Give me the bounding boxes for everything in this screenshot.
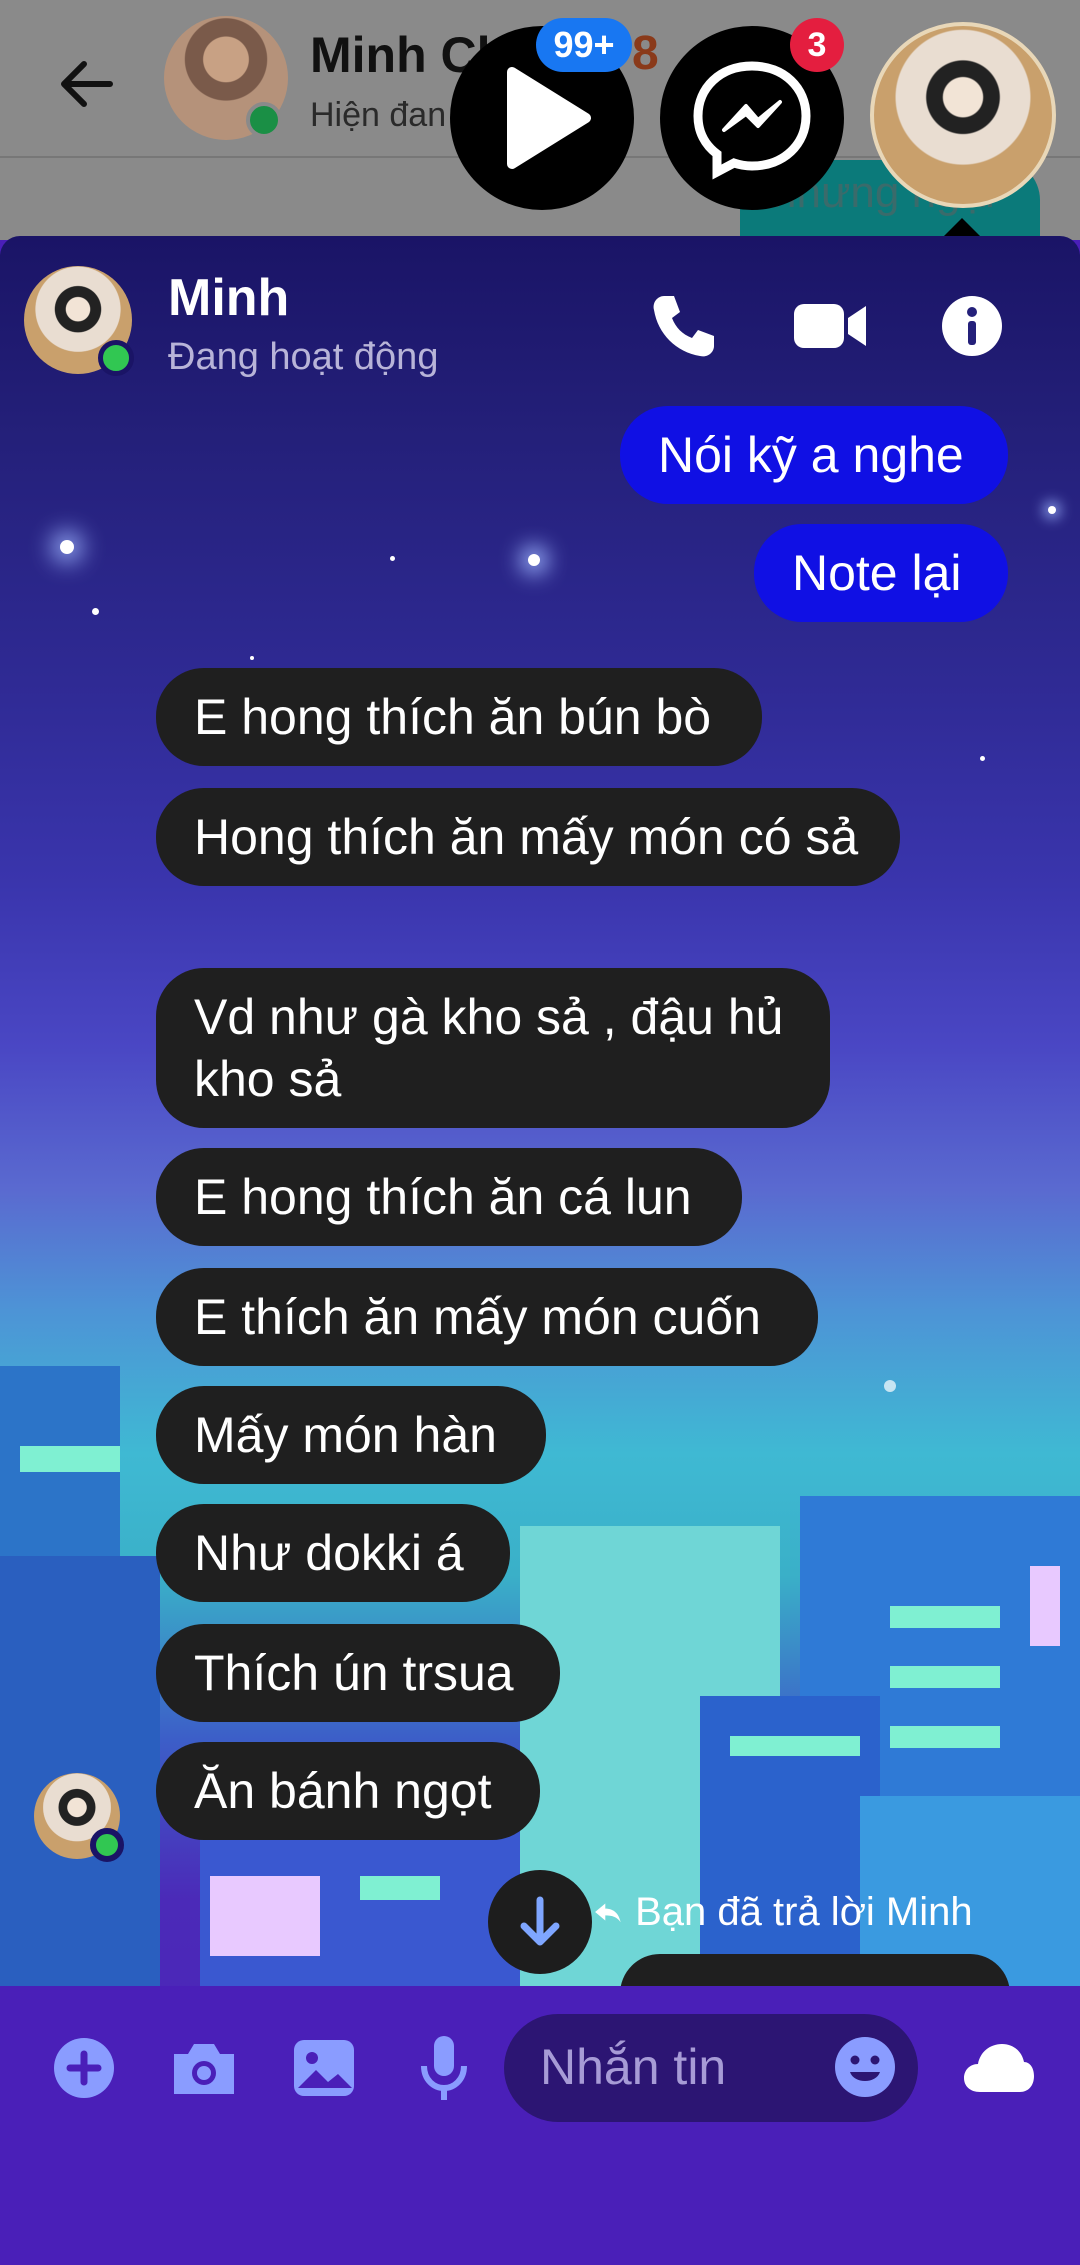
online-indicator [246,102,282,138]
contact-name[interactable]: Minh [168,268,289,328]
incoming-message[interactable]: Thích ún trsua [156,1624,560,1722]
contact-status: Đang hoạt động [168,336,439,378]
phone-icon[interactable] [642,286,722,366]
online-indicator [98,340,134,376]
window [890,1726,1000,1748]
window [360,1876,440,1900]
mic-icon[interactable] [404,2028,484,2108]
contact-chat-head[interactable] [870,22,1056,208]
chat-panel: Minh Đang hoạt động Nói kỹ a nghe Note l… [0,236,1080,2265]
video-icon[interactable] [790,286,870,366]
window [210,1876,320,1956]
message-composer: Nhắn tin [0,1986,1080,2265]
star [1048,506,1056,514]
background-contact-status: Hiện đan [310,96,447,134]
cloud-icon[interactable] [962,2040,1036,2096]
background-count: 8 [632,27,659,80]
unread-badge: 3 [790,18,844,72]
info-icon[interactable] [932,286,1012,366]
plus-icon[interactable] [44,2028,124,2108]
star [390,556,395,561]
star [60,540,74,554]
message-input-placeholder: Nhắn tin [540,2039,727,2095]
incoming-message[interactable]: Mấy món hàn [156,1386,546,1484]
camera-icon[interactable] [164,2028,244,2108]
reply-notice-text: Bạn đã trả lời Minh [635,1890,973,1934]
online-indicator [90,1828,124,1862]
star [250,656,254,660]
arrow-down-icon [520,1896,560,1946]
window [730,1736,860,1756]
incoming-message[interactable]: E thích ăn mấy món cuốn [156,1268,818,1366]
outgoing-message[interactable]: Note lại [754,524,1008,622]
incoming-message[interactable]: Như dokki á [156,1504,510,1602]
notification-badge: 99+ [536,18,632,72]
star [884,1380,896,1392]
chat-head-pointer [942,218,982,238]
star [980,756,985,761]
incoming-message[interactable]: Ăn bánh ngọt [156,1742,540,1840]
incoming-message[interactable]: E hong thích ăn cá lun [156,1148,742,1246]
window [890,1666,1000,1688]
outgoing-message[interactable]: Nói kỹ a nghe [620,406,1008,504]
star [92,608,99,615]
back-arrow-icon[interactable] [48,44,128,124]
incoming-message[interactable]: Vd như gà kho sả , đậu hủ kho sả [156,968,830,1128]
message-input[interactable]: Nhắn tin [504,2014,918,2122]
window [1030,1566,1060,1646]
reply-icon [595,1903,621,1923]
incoming-message[interactable]: Hong thích ăn mấy món có sả [156,788,900,886]
emoji-icon[interactable] [832,2034,898,2100]
window [890,1606,1000,1628]
incoming-message[interactable]: E hong thích ăn bún bò [156,668,762,766]
scroll-to-bottom-button[interactable] [488,1870,592,1974]
window [20,1446,120,1472]
star [528,554,540,566]
image-icon[interactable] [284,2028,364,2108]
reply-notice: Bạn đã trả lời Minh [590,1890,973,1935]
